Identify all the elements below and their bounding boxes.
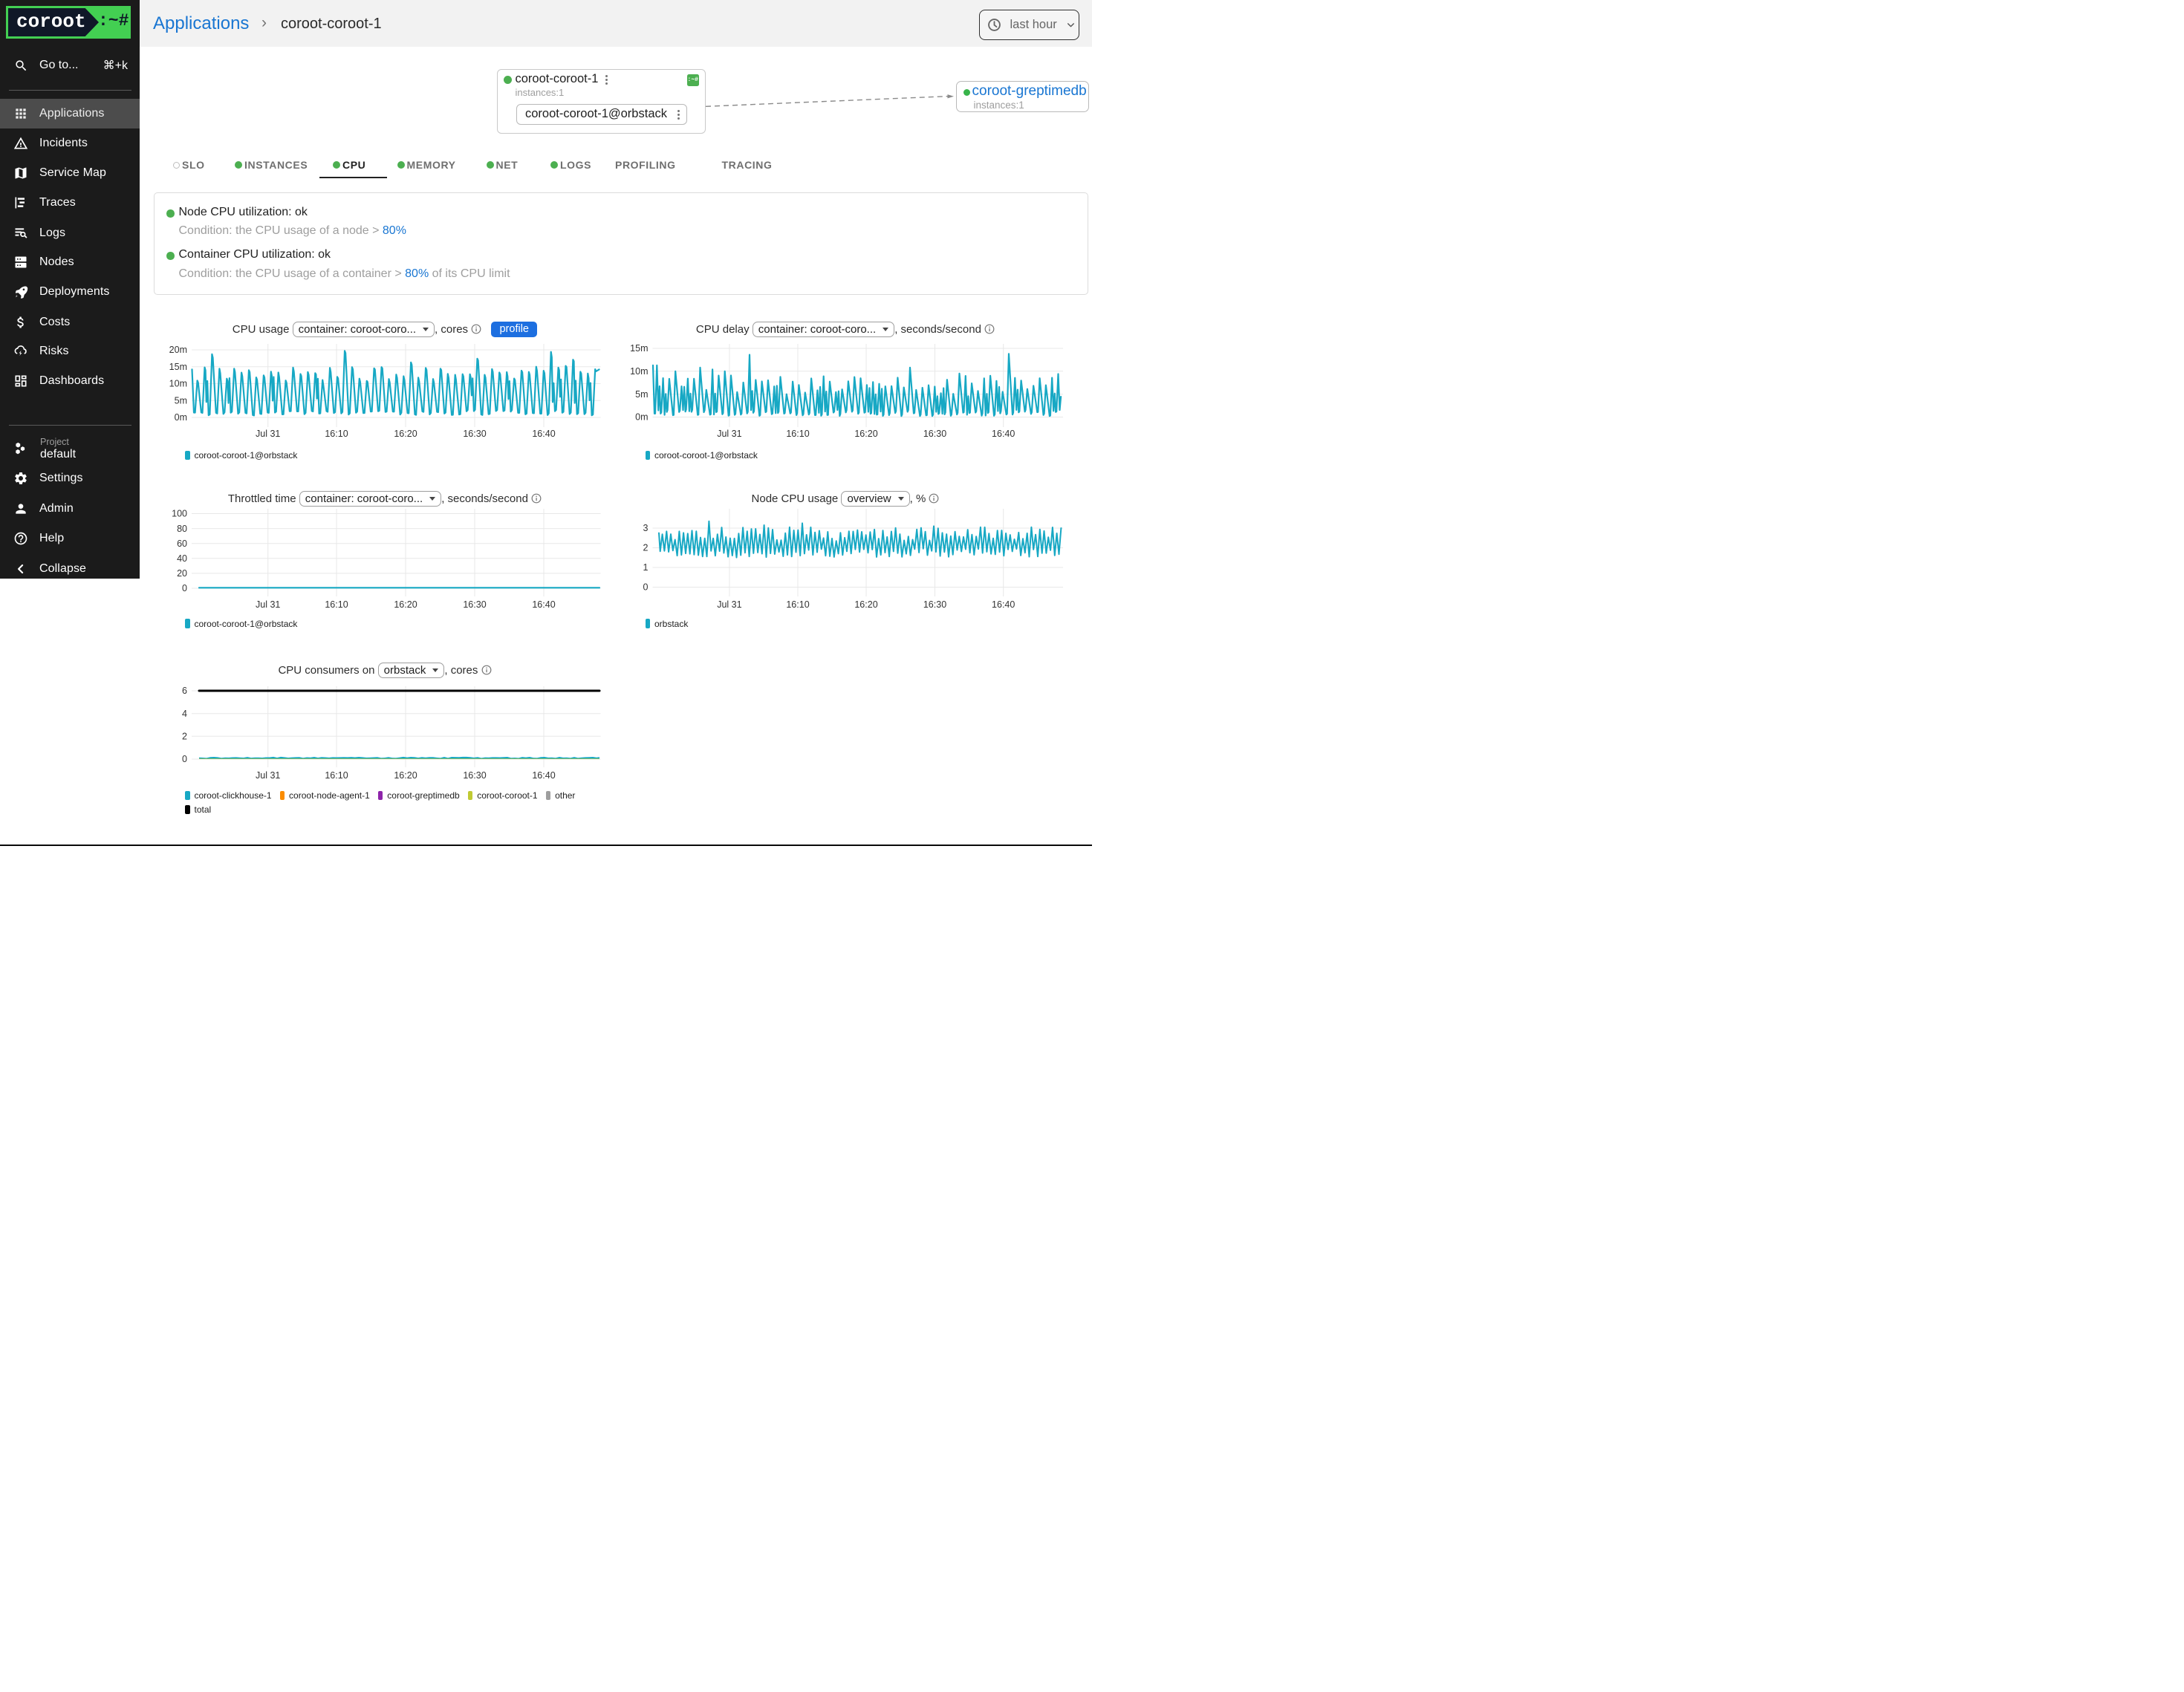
svg-text:16:40: 16:40	[992, 429, 1015, 439]
svg-text:Jul 31: Jul 31	[256, 429, 280, 439]
svg-text:4: 4	[182, 709, 187, 719]
svg-text:100: 100	[172, 509, 187, 519]
svg-text:Jul 31: Jul 31	[717, 429, 741, 439]
svg-text:40: 40	[177, 553, 187, 564]
svg-text:16:20: 16:20	[854, 599, 877, 610]
svg-text:1: 1	[643, 562, 649, 573]
svg-text:16:30: 16:30	[463, 599, 486, 610]
svg-text:16:20: 16:20	[854, 429, 877, 439]
svg-text:16:20: 16:20	[394, 429, 417, 439]
svg-text:16:40: 16:40	[532, 599, 555, 610]
svg-text:2: 2	[643, 543, 649, 553]
svg-text:16:40: 16:40	[532, 770, 555, 781]
svg-text:16:20: 16:20	[394, 770, 417, 781]
svg-text:15m: 15m	[630, 343, 648, 354]
svg-text:6: 6	[182, 686, 187, 696]
svg-text:15m: 15m	[169, 362, 187, 372]
svg-text:20: 20	[177, 568, 187, 579]
svg-text:16:30: 16:30	[923, 429, 946, 439]
svg-text:0: 0	[182, 754, 187, 764]
svg-text:5m: 5m	[635, 389, 648, 400]
svg-text:16:30: 16:30	[463, 770, 486, 781]
svg-text:16:40: 16:40	[532, 429, 555, 439]
svg-text:80: 80	[177, 524, 187, 534]
svg-text:20m: 20m	[169, 345, 187, 355]
svg-text:5m: 5m	[175, 396, 187, 406]
svg-text:0: 0	[182, 583, 187, 593]
svg-text:3: 3	[643, 523, 649, 533]
svg-text:16:30: 16:30	[463, 429, 486, 439]
svg-text:60: 60	[177, 538, 187, 549]
svg-text:16:30: 16:30	[923, 599, 946, 610]
svg-text:16:10: 16:10	[325, 770, 348, 781]
svg-text:16:10: 16:10	[786, 429, 809, 439]
svg-text:0m: 0m	[175, 412, 187, 423]
svg-text:16:40: 16:40	[992, 599, 1015, 610]
svg-text:16:20: 16:20	[394, 599, 417, 610]
svg-text:16:10: 16:10	[325, 599, 348, 610]
svg-text:Jul 31: Jul 31	[256, 599, 280, 610]
svg-text:16:10: 16:10	[786, 599, 809, 610]
svg-text:10m: 10m	[630, 366, 648, 377]
svg-text:2: 2	[182, 732, 187, 742]
svg-text:10m: 10m	[169, 379, 187, 389]
svg-text:Jul 31: Jul 31	[717, 599, 741, 610]
svg-text:0: 0	[643, 582, 649, 593]
svg-text:0m: 0m	[635, 412, 648, 423]
svg-text:Jul 31: Jul 31	[256, 770, 280, 781]
svg-text:16:10: 16:10	[325, 429, 348, 439]
